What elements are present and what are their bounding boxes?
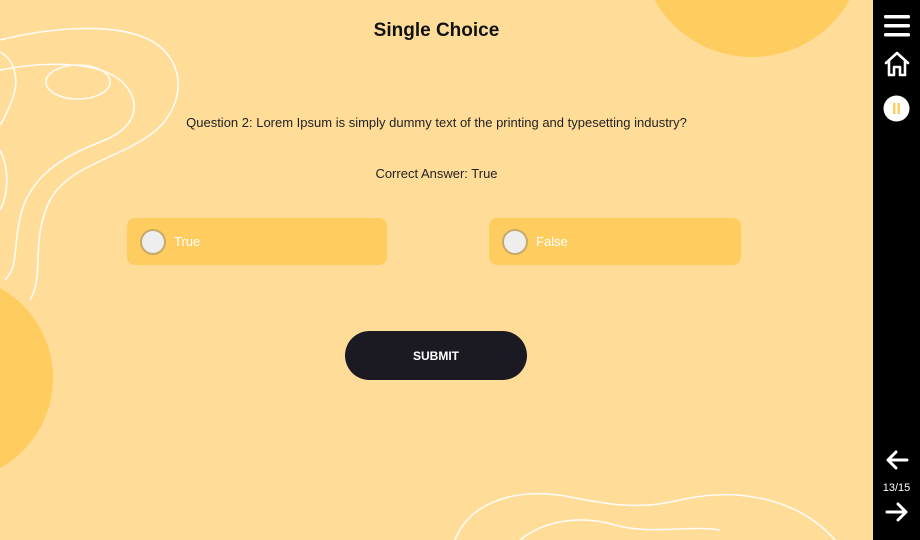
option-label: True xyxy=(174,234,201,249)
menu-icon[interactable] xyxy=(873,12,920,40)
option-label: False xyxy=(536,234,568,249)
correct-answer-text: Correct Answer: True xyxy=(375,166,498,181)
arrow-left-icon[interactable] xyxy=(873,448,920,472)
background-decoration xyxy=(0,0,850,540)
radio-button[interactable] xyxy=(502,228,528,255)
sidebar: 13/15 xyxy=(873,0,920,540)
question-text: Question 2: Lorem Ipsum is simply dummy … xyxy=(186,115,687,130)
page-title: Single Choice xyxy=(373,20,500,41)
option-false[interactable]: False xyxy=(489,218,741,265)
home-icon[interactable] xyxy=(873,48,920,80)
pause-icon[interactable] xyxy=(873,94,920,122)
submit-button[interactable]: SUBMIT xyxy=(345,331,527,380)
arrow-right-icon[interactable] xyxy=(873,500,920,524)
option-true[interactable]: True xyxy=(127,218,387,265)
page-counter: 13/15 xyxy=(882,482,911,494)
radio-button[interactable] xyxy=(140,228,166,255)
slide-stage: Single Choice Question 2: Lorem Ipsum is… xyxy=(0,0,873,540)
